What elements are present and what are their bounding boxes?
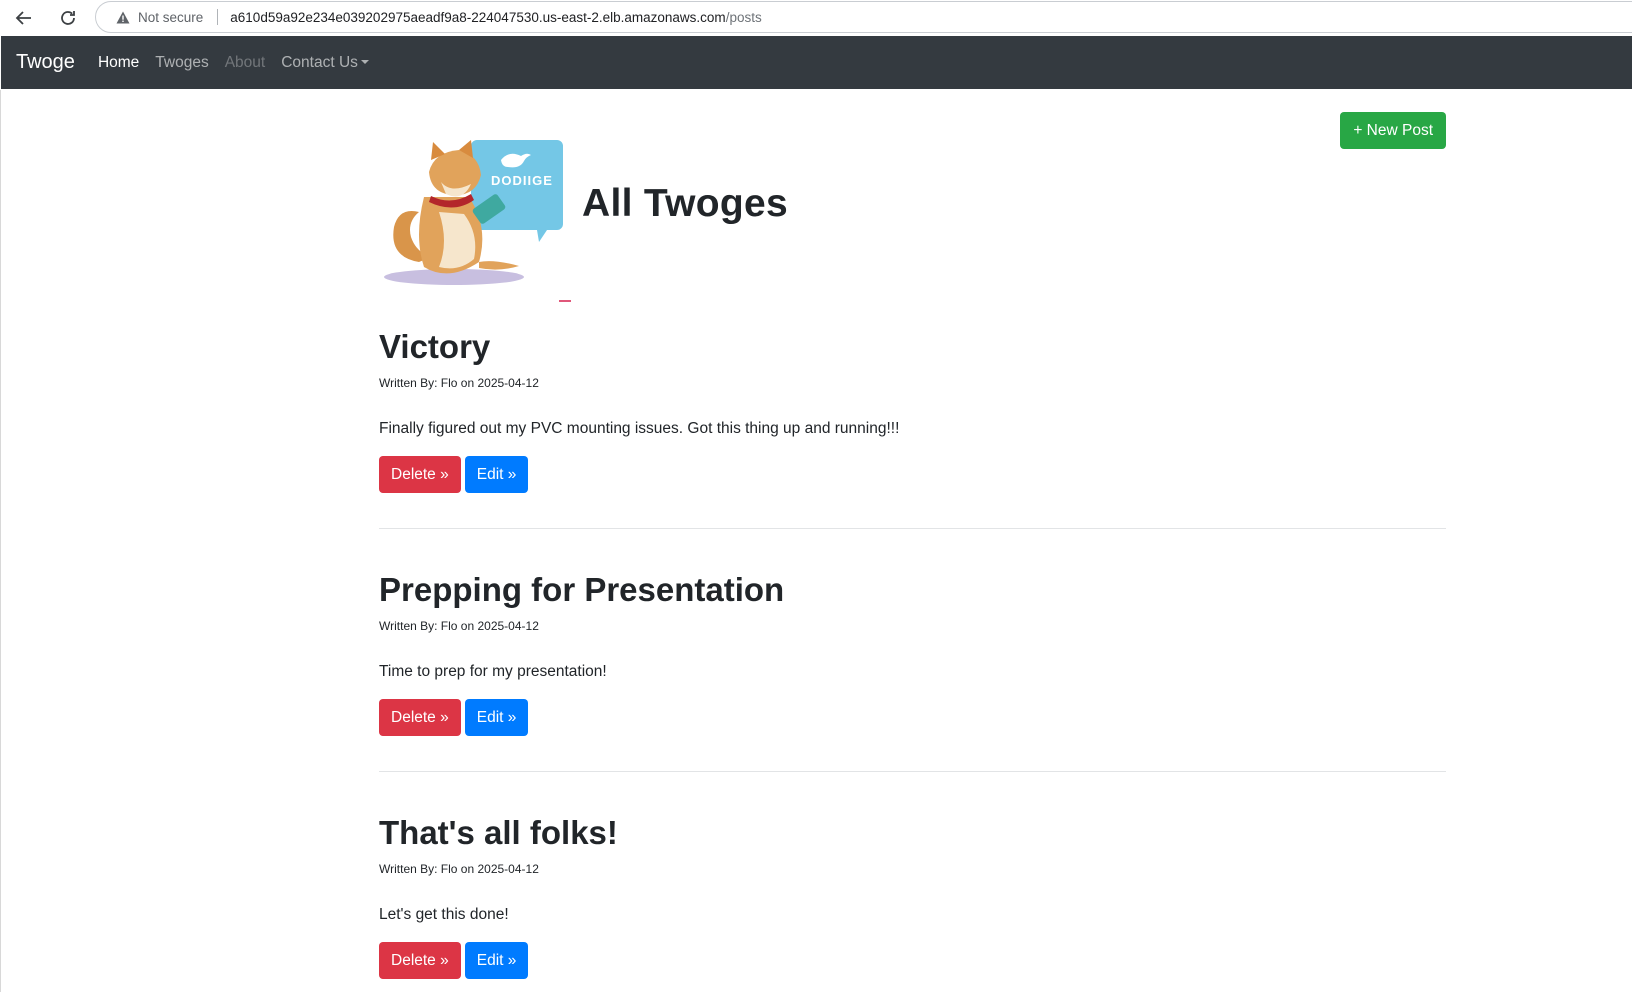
navbar-brand[interactable]: Twoge — [16, 51, 75, 74]
page-header: DODIIGE All Twoges + New Post — [379, 90, 1446, 306]
page-title: All Twoges — [582, 182, 788, 225]
post-actions: Delete » Edit » — [379, 699, 529, 736]
reload-icon[interactable] — [54, 4, 82, 32]
address-separator — [217, 9, 219, 25]
page-left-border — [0, 90, 1, 992]
caret-down-icon — [360, 59, 369, 64]
post-body: Let's get this done! — [379, 906, 509, 923]
post-card: That's all folks! Written By: Flo on 202… — [379, 792, 1446, 992]
back-arrow-icon[interactable] — [10, 4, 38, 32]
post-card: Prepping for Presentation Written By: Fl… — [379, 549, 1446, 792]
post-divider — [379, 528, 1446, 529]
nav-link-home[interactable]: Home — [98, 54, 139, 72]
warning-icon — [116, 11, 130, 23]
post-divider — [379, 771, 1446, 772]
post-actions: Delete » Edit » — [379, 942, 529, 979]
edit-post-button[interactable]: Edit » — [464, 699, 529, 736]
nav-link-twoges[interactable]: Twoges — [155, 54, 208, 72]
edit-post-button[interactable]: Edit » — [464, 942, 529, 979]
site-navbar: Twoge Home Twoges About Contact Us — [1, 36, 1632, 89]
delete-post-button[interactable]: Delete » — [379, 456, 461, 493]
delete-post-button[interactable]: Delete » — [379, 942, 461, 979]
browser-toolbar: Not secure a610d59a92e234e039202975aeadf… — [0, 0, 1632, 35]
not-secure-indicator[interactable]: Not secure — [116, 10, 203, 25]
twoge-logo: DODIIGE — [379, 112, 572, 305]
post-meta: Written By: Flo on 2025-04-12 — [379, 619, 539, 633]
post-body: Finally figured out my PVC mounting issu… — [379, 420, 900, 437]
logo-text: DODIIGE — [491, 173, 553, 188]
nav-dropdown-contact-us[interactable]: Contact Us — [281, 54, 369, 72]
edit-post-button[interactable]: Edit » — [464, 456, 529, 493]
url-host: a610d59a92e234e039202975aeadf9a8-2240475… — [230, 9, 726, 25]
post-title[interactable]: Prepping for Presentation — [379, 571, 784, 609]
post-body: Time to prep for my presentation! — [379, 663, 607, 680]
not-secure-label: Not secure — [138, 9, 204, 25]
nav-link-about: About — [224, 53, 266, 71]
post-meta: Written By: Flo on 2025-04-12 — [379, 862, 539, 876]
address-bar[interactable]: Not secure a610d59a92e234e039202975aeadf… — [95, 1, 1632, 33]
new-post-button[interactable]: + New Post — [1340, 112, 1446, 149]
post-actions: Delete » Edit » — [379, 456, 529, 493]
main-content: DODIIGE All Twoges + New Post Victory Wr… — [379, 90, 1446, 992]
post-card: Victory Written By: Flo on 2025-04-12 Fi… — [379, 306, 1446, 549]
post-meta: Written By: Flo on 2025-04-12 — [379, 376, 539, 390]
post-title[interactable]: That's all folks! — [379, 814, 618, 852]
nav-link-contact-us-label: Contact Us — [281, 53, 358, 71]
delete-post-button[interactable]: Delete » — [379, 699, 461, 736]
post-title[interactable]: Victory — [379, 328, 490, 366]
url-path: /posts — [725, 9, 762, 25]
